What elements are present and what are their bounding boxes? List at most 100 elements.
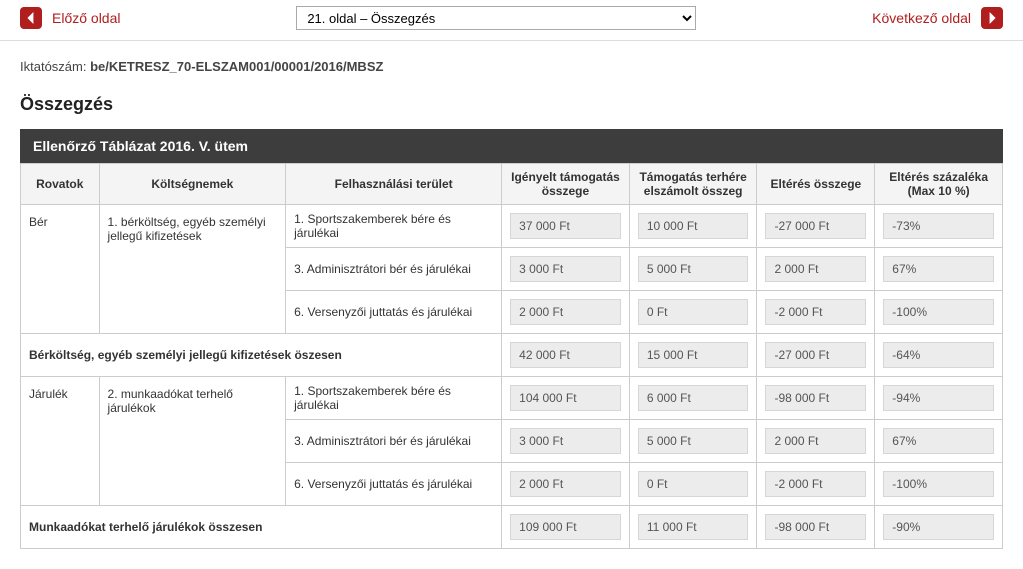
subtotal-terhere: 15 000 Ft	[629, 334, 757, 377]
page-select[interactable]: 21. oldal – Összegzés	[296, 6, 696, 30]
value-cell: -73%	[883, 213, 994, 239]
koltseg-cell: 2. munkaadókat terhelő járulékok	[99, 377, 286, 506]
value-cell: 10 000 Ft	[638, 213, 749, 239]
value-cell: 15 000 Ft	[638, 342, 749, 368]
elteres-osszeg-cell: 2 000 Ft	[757, 248, 875, 291]
value-cell: 37 000 Ft	[510, 213, 621, 239]
value-cell: 5 000 Ft	[638, 428, 749, 454]
terhere-cell: 5 000 Ft	[629, 248, 757, 291]
value-cell: 67%	[883, 256, 994, 282]
value-cell: -100%	[883, 299, 994, 325]
subtotal-igenyelt: 42 000 Ft	[502, 334, 630, 377]
col-header-koltseg: Költségnemek	[99, 164, 286, 205]
felh-cell: 3. Adminisztrátori bér és járulékai	[286, 248, 502, 291]
value-cell: -64%	[883, 342, 994, 368]
elteres-osszeg-cell: -2 000 Ft	[757, 291, 875, 334]
felh-cell: 1. Sportszakemberek bére és járulékai	[286, 205, 502, 248]
subtotal-igenyelt: 109 000 Ft	[502, 506, 630, 549]
igenyelt-cell: 104 000 Ft	[502, 377, 630, 420]
elteres-szazalek-cell: -100%	[875, 291, 1003, 334]
elteres-szazalek-cell: -94%	[875, 377, 1003, 420]
rovat-cell: Bér	[21, 205, 100, 334]
summary-table: Rovatok Költségnemek Felhasználási terül…	[20, 163, 1003, 549]
value-cell: 109 000 Ft	[510, 514, 621, 540]
value-cell: -2 000 Ft	[765, 471, 866, 497]
col-header-felh: Felhasználási terület	[286, 164, 502, 205]
subtotal-label: Bérköltség, egyéb személyi jellegű kifiz…	[21, 334, 502, 377]
registration-number-value: be/KETRESZ_70-ELSZAM001/00001/2016/MBSZ	[90, 59, 383, 74]
table-row: Járulék2. munkaadókat terhelő járulékok1…	[21, 377, 1003, 420]
igenyelt-cell: 2 000 Ft	[502, 463, 630, 506]
value-cell: -90%	[883, 514, 994, 540]
page-nav: Előző oldal 21. oldal – Összegzés Követk…	[0, 0, 1023, 41]
value-cell: 3 000 Ft	[510, 256, 621, 282]
subtotal-row: Bérköltség, egyéb személyi jellegű kifiz…	[21, 334, 1003, 377]
registration-number: Iktatószám: be/KETRESZ_70-ELSZAM001/0000…	[0, 41, 1023, 84]
page-select-wrapper: 21. oldal – Összegzés	[296, 6, 696, 30]
elteres-szazalek-cell: 67%	[875, 420, 1003, 463]
igenyelt-cell: 2 000 Ft	[502, 291, 630, 334]
value-cell: 0 Ft	[638, 471, 749, 497]
next-page-button[interactable]: Következő oldal	[872, 7, 1003, 29]
elteres-osszeg-cell: 2 000 Ft	[757, 420, 875, 463]
value-cell: 3 000 Ft	[510, 428, 621, 454]
value-cell: -27 000 Ft	[765, 213, 866, 239]
terhere-cell: 0 Ft	[629, 463, 757, 506]
subtotal-elteres-p: -64%	[875, 334, 1003, 377]
subtotal-elteres-o: -98 000 Ft	[757, 506, 875, 549]
table-title: Ellenőrző Táblázat 2016. V. ütem	[20, 129, 1003, 163]
value-cell: 2 000 Ft	[765, 428, 866, 454]
subtotal-terhere: 11 000 Ft	[629, 506, 757, 549]
col-header-igenyelt: Igényelt támogatás összege	[502, 164, 630, 205]
felh-cell: 1. Sportszakemberek bére és járulékai	[286, 377, 502, 420]
value-cell: -94%	[883, 385, 994, 411]
col-header-terhere: Támogatás terhére elszámolt összeg	[629, 164, 757, 205]
value-cell: -98 000 Ft	[765, 514, 866, 540]
rovat-cell: Járulék	[21, 377, 100, 506]
value-cell: 0 Ft	[638, 299, 749, 325]
felh-cell: 3. Adminisztrátori bér és járulékai	[286, 420, 502, 463]
felh-cell: 6. Versenyzői juttatás és járulékai	[286, 463, 502, 506]
subtotal-label: Munkaadókat terhelő járulékok összesen	[21, 506, 502, 549]
terhere-cell: 10 000 Ft	[629, 205, 757, 248]
elteres-szazalek-cell: 67%	[875, 248, 1003, 291]
elteres-osszeg-cell: -27 000 Ft	[757, 205, 875, 248]
terhere-cell: 6 000 Ft	[629, 377, 757, 420]
value-cell: 6 000 Ft	[638, 385, 749, 411]
elteres-szazalek-cell: -100%	[875, 463, 1003, 506]
elteres-szazalek-cell: -73%	[875, 205, 1003, 248]
value-cell: 5 000 Ft	[638, 256, 749, 282]
value-cell: 67%	[883, 428, 994, 454]
value-cell: 2 000 Ft	[510, 471, 621, 497]
value-cell: 104 000 Ft	[510, 385, 621, 411]
subtotal-elteres-o: -27 000 Ft	[757, 334, 875, 377]
value-cell: 2 000 Ft	[765, 256, 866, 282]
subtotal-elteres-p: -90%	[875, 506, 1003, 549]
col-header-elteres-p: Eltérés százaléka (Max 10 %)	[875, 164, 1003, 205]
elteres-osszeg-cell: -98 000 Ft	[757, 377, 875, 420]
felh-cell: 6. Versenyzői juttatás és járulékai	[286, 291, 502, 334]
value-cell: 11 000 Ft	[638, 514, 749, 540]
value-cell: 2 000 Ft	[510, 299, 621, 325]
igenyelt-cell: 37 000 Ft	[502, 205, 630, 248]
prev-page-button[interactable]: Előző oldal	[20, 7, 121, 29]
koltseg-cell: 1. bérköltség, egyéb személyi jellegű ki…	[99, 205, 286, 334]
registration-number-label: Iktatószám:	[20, 59, 86, 74]
elteres-osszeg-cell: -2 000 Ft	[757, 463, 875, 506]
terhere-cell: 0 Ft	[629, 291, 757, 334]
igenyelt-cell: 3 000 Ft	[502, 248, 630, 291]
chevron-right-icon	[981, 7, 1003, 29]
table-row: Bér1. bérköltség, egyéb személyi jellegű…	[21, 205, 1003, 248]
col-header-rovatok: Rovatok	[21, 164, 100, 205]
prev-page-label: Előző oldal	[52, 10, 121, 26]
terhere-cell: 5 000 Ft	[629, 420, 757, 463]
next-page-label: Következő oldal	[872, 10, 971, 26]
igenyelt-cell: 3 000 Ft	[502, 420, 630, 463]
value-cell: -2 000 Ft	[765, 299, 866, 325]
section-title: Összegzés	[0, 84, 1023, 129]
subtotal-row: Munkaadókat terhelő járulékok összesen 10…	[21, 506, 1003, 549]
chevron-left-icon	[20, 7, 42, 29]
value-cell: -100%	[883, 471, 994, 497]
value-cell: -27 000 Ft	[765, 342, 866, 368]
value-cell: 42 000 Ft	[510, 342, 621, 368]
